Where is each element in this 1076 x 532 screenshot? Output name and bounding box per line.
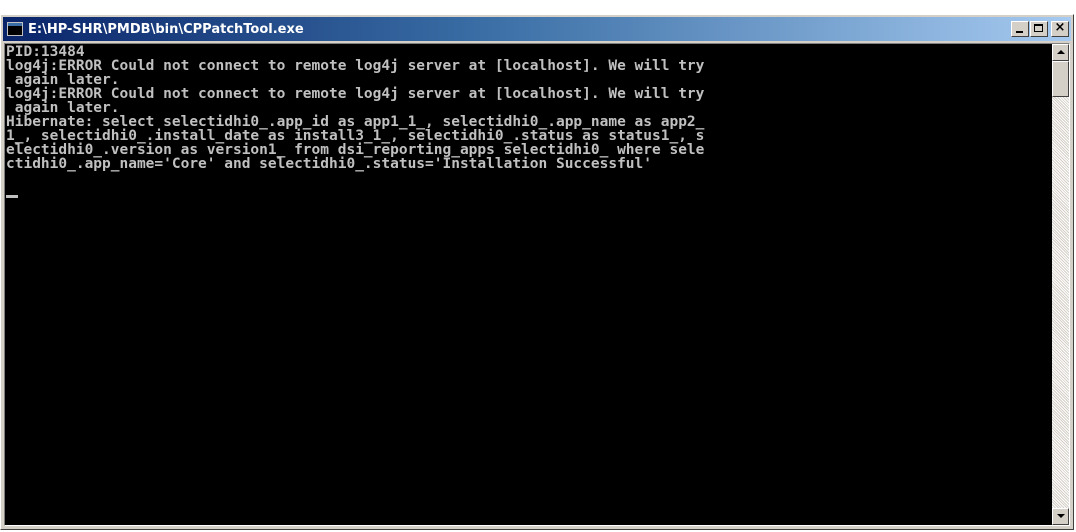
close-button[interactable]: ×: [1051, 20, 1069, 37]
window-title: E:\HP-SHR\PMDB\bin\CPPatchTool.exe: [28, 21, 304, 37]
console-line: electidhi0_.version as version1_ from ds…: [6, 142, 705, 158]
maximize-button[interactable]: [1030, 21, 1048, 37]
console-client-area: PID:13484 log4j:ERROR Could not connect …: [4, 43, 1070, 526]
console-line: 1_, selectidhi0_.install_date as install…: [6, 128, 705, 144]
close-icon: ×: [1054, 20, 1066, 35]
console-line: log4j:ERROR Could not connect to remote …: [6, 86, 705, 102]
title-bar[interactable]: E:\HP-SHR\PMDB\bin\CPPatchTool.exe ×: [3, 17, 1071, 41]
arrow-up-icon: [1057, 50, 1065, 54]
arrow-down-icon: [1057, 514, 1065, 518]
console-line: ctidhi0_.app_name='Core' and selectidhi0…: [6, 156, 653, 172]
console-icon[interactable]: [7, 22, 23, 36]
caption-buttons: ×: [1010, 20, 1069, 37]
console-line: Hibernate: select selectidhi0_.app_id as…: [6, 114, 705, 130]
console-window: E:\HP-SHR\PMDB\bin\CPPatchTool.exe × PID…: [0, 14, 1074, 530]
scroll-down-button[interactable]: [1052, 508, 1069, 525]
console-output[interactable]: PID:13484 log4j:ERROR Could not connect …: [5, 44, 1052, 525]
minimize-icon: [1016, 31, 1023, 33]
console-line: again later.: [6, 100, 120, 116]
scroll-up-button[interactable]: [1052, 44, 1069, 61]
console-line: log4j:ERROR Could not connect to remote …: [6, 58, 705, 74]
prompt-line: [6, 185, 1052, 199]
maximize-icon: [1034, 24, 1043, 32]
console-line: PID:13484: [6, 44, 85, 60]
minimize-button[interactable]: [1011, 21, 1029, 37]
text-cursor: [6, 195, 18, 198]
vertical-scrollbar[interactable]: [1052, 44, 1069, 525]
scrollbar-thumb[interactable]: [1052, 61, 1069, 97]
console-line: again later.: [6, 72, 120, 88]
